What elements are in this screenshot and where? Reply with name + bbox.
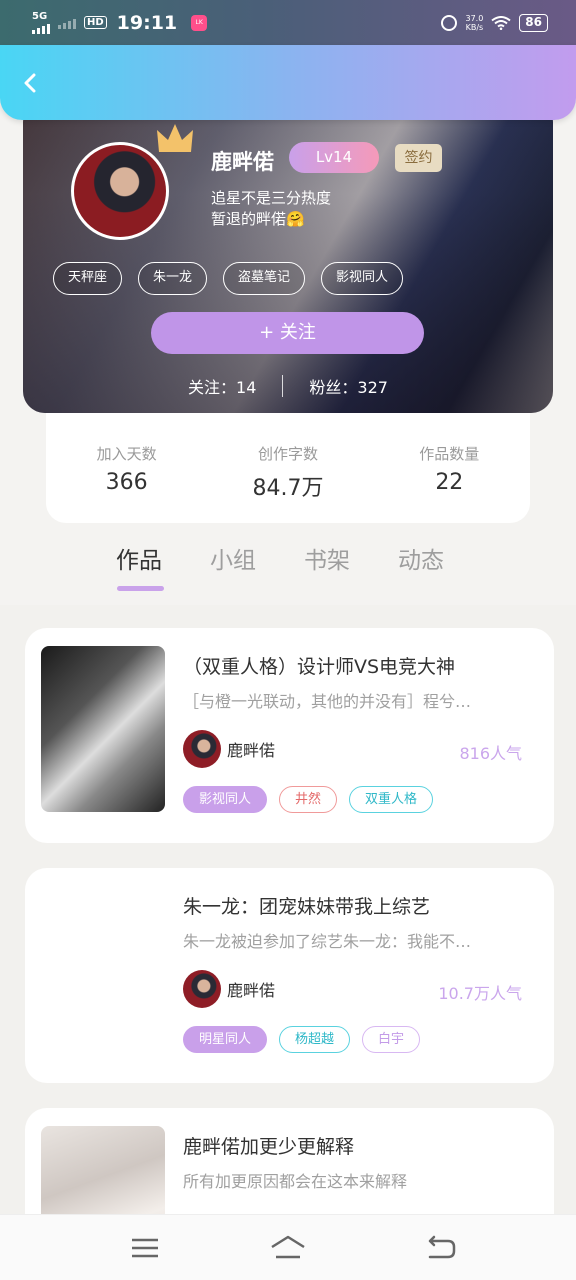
user-bio: 追星不是三分热度 暂退的畔偌🤗 (211, 188, 331, 230)
avatar[interactable] (71, 142, 169, 240)
signed-badge: 签约 (395, 144, 442, 172)
network-type: 5G (32, 10, 48, 22)
work-card[interactable]: 鹿畔偌加更少更解释 所有加更原因都会在这本来解释 (25, 1108, 554, 1214)
username: 鹿畔偌 (211, 150, 274, 174)
signal-5g-icon: 5G (32, 10, 50, 34)
active-tab-indicator (117, 586, 164, 591)
work-title: 鹿畔偌加更少更解释 (183, 1136, 355, 1158)
profile-tag[interactable]: 影视同人 (321, 262, 404, 295)
signal-sim2-icon (58, 17, 76, 29)
work-description: ［与橙一光联动，其他的并没有］程兮… (183, 692, 472, 711)
author-stats: 加入天数 366 创作字数 84.7万 作品数量 22 (46, 413, 530, 523)
work-tag[interactable]: 井然 (279, 786, 338, 813)
stat-value: 84.7万 (252, 476, 324, 501)
net-speed-unit: KB/s (465, 22, 484, 32)
app-notification-icon: LK (191, 14, 208, 31)
following-count[interactable]: 关注：14 (188, 374, 256, 398)
author-name: 鹿畔偌 (227, 981, 276, 1000)
bio-line: 追星不是三分热度 (211, 189, 332, 207)
tab-works[interactable]: 作品 (116, 541, 164, 591)
work-card[interactable]: 朱一龙：团宠妹妹带我上综艺 朱一龙被迫参加了综艺朱一龙：我能不… 鹿畔偌 10.… (25, 868, 554, 1083)
menu-icon[interactable] (129, 1233, 161, 1263)
work-tags: 明星同人 杨超越 白宇 (183, 1026, 421, 1053)
battery-indicator: 86 (519, 13, 548, 32)
crown-icon (157, 124, 193, 152)
follow-counts: 关注：14 粉丝：327 (23, 374, 553, 398)
home-icon[interactable] (270, 1233, 306, 1263)
tab-activity[interactable]: 动态 (398, 541, 444, 575)
work-author[interactable]: 鹿畔偌 (183, 970, 275, 1008)
work-popularity: 10.7万人气 (438, 984, 522, 1003)
wifi-icon (491, 15, 511, 30)
work-popularity: 816人气 (459, 744, 522, 763)
works-list: （双重人格）设计师VS电竞大神 ［与橙一光联动，其他的并没有］程兮… 鹿畔偌 8… (0, 605, 576, 1214)
author-avatar (183, 730, 221, 768)
stat-word-count: 创作字数 84.7万 (218, 443, 358, 523)
bio-line: 暂退的畔偌🤗 (211, 210, 305, 228)
work-description: 所有加更原因都会在这本来解释 (183, 1172, 408, 1191)
work-tag[interactable]: 杨超越 (279, 1026, 351, 1053)
tab-groups[interactable]: 小组 (210, 541, 256, 575)
profile-header-card: 鹿畔偌 Lv14 签约 追星不是三分热度 暂退的畔偌🤗 天秤座 朱一龙 盗墓笔记… (23, 100, 553, 413)
status-bar: 5G HD 19:11 LK 37.0 KB/s 86 (0, 0, 576, 45)
tab-label: 作品 (116, 548, 162, 574)
stat-label: 创作字数 (257, 445, 318, 463)
profile-tags: 天秤座 朱一龙 盗墓笔记 影视同人 (53, 262, 404, 295)
work-tag[interactable]: 白宇 (362, 1026, 421, 1053)
stat-label: 作品数量 (419, 445, 480, 463)
net-speed: 37.0 KB/s (465, 14, 483, 32)
follow-button[interactable]: + 关注 (151, 312, 424, 354)
net-speed-value: 37.0 (465, 13, 484, 23)
profile-tag[interactable]: 天秤座 (53, 262, 123, 295)
work-card[interactable]: （双重人格）设计师VS电竞大神 ［与橙一光联动，其他的并没有］程兮… 鹿畔偌 8… (25, 628, 554, 843)
stat-works-count: 作品数量 22 (379, 443, 519, 523)
work-tag[interactable]: 影视同人 (183, 786, 268, 813)
top-nav-bar (0, 45, 576, 120)
tab-bar: 作品 小组 书架 动态 (0, 523, 576, 605)
profile-tag[interactable]: 盗墓笔记 (223, 262, 306, 295)
stat-value: 366 (105, 470, 148, 495)
work-tag[interactable]: 双重人格 (349, 786, 434, 813)
work-cover-image (41, 646, 165, 812)
work-title: 朱一龙：团宠妹妹带我上综艺 (183, 896, 431, 918)
stat-join-days: 加入天数 366 (57, 443, 197, 523)
work-title: （双重人格）设计师VS电竞大神 (183, 656, 456, 678)
profile-tag[interactable]: 朱一龙 (138, 262, 208, 295)
work-description: 朱一龙被迫参加了综艺朱一龙：我能不… (183, 932, 472, 951)
system-nav-bar (0, 1214, 576, 1280)
clock: 19:11 (116, 11, 178, 34)
back-nav-icon[interactable] (424, 1233, 456, 1263)
work-author[interactable]: 鹿畔偌 (183, 730, 275, 768)
author-name: 鹿畔偌 (227, 741, 276, 760)
stat-label: 加入天数 (96, 445, 157, 463)
work-cover-image (41, 1126, 165, 1214)
tab-bookshelf[interactable]: 书架 (304, 541, 350, 575)
work-tag[interactable]: 明星同人 (183, 1026, 268, 1053)
work-tags: 影视同人 井然 双重人格 (183, 786, 434, 813)
author-avatar (183, 970, 221, 1008)
followers-count[interactable]: 粉丝：327 (309, 374, 388, 398)
hd-icon: HD (84, 16, 107, 29)
back-icon[interactable] (20, 73, 40, 93)
stat-value: 22 (435, 470, 464, 495)
level-badge: Lv14 (289, 142, 379, 173)
divider (282, 375, 284, 397)
alarm-icon (441, 14, 458, 31)
